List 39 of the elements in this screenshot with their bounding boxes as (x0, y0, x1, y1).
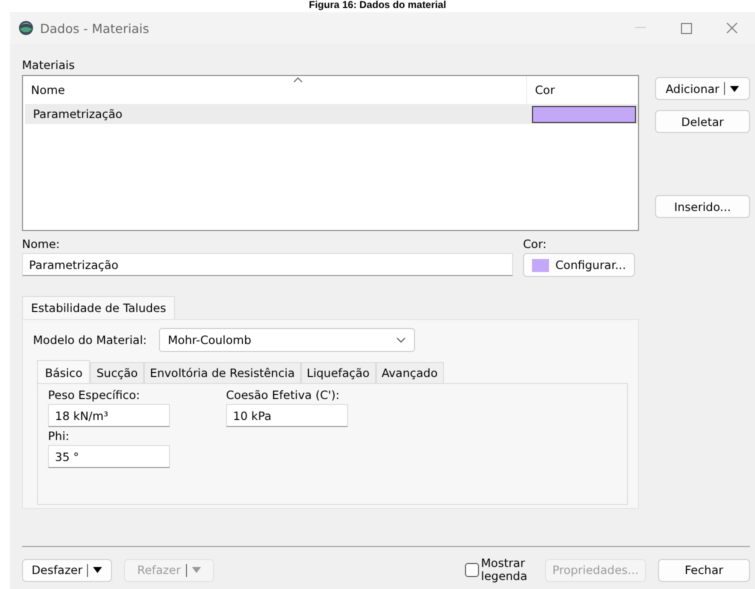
sort-icon (293, 77, 303, 83)
split-button[interactable]: Adicionar (655, 77, 750, 100)
row-name: Parametrização (32, 107, 124, 121)
input-field[interactable]: 18 kN/m³ (48, 404, 170, 427)
tab[interactable]: Envoltória de Resistência (144, 362, 301, 383)
field-label: Cor: (523, 237, 548, 251)
field-label: Nome: (22, 237, 61, 251)
name-field[interactable]: Parametrização (22, 253, 513, 276)
split-button[interactable]: Desfazer (22, 558, 112, 582)
field-label: Peso Específico: (48, 388, 141, 402)
section-label: Materiais (22, 57, 76, 74)
group-tab[interactable]: Estabilidade de Taludes (22, 296, 176, 319)
footer-button[interactable]: Fechar (658, 558, 750, 582)
field-label: Phi: (48, 429, 70, 443)
input-field[interactable]: 10 kPa (226, 404, 348, 427)
caret-icon (93, 567, 102, 573)
side-button[interactable]: Deletar (655, 110, 750, 133)
window-title: Dados - Materiais (40, 20, 150, 36)
checkbox-label: Mostrar legenda (481, 557, 528, 583)
field-label: Coesão Efetiva (C'): (226, 388, 341, 402)
model-dropdown[interactable]: Mohr-Coulomb (158, 328, 415, 352)
checkbox[interactable] (465, 563, 479, 577)
globe-icon (18, 20, 34, 36)
figure-caption: Figura 16: Dados do material (308, 0, 446, 12)
input-field[interactable]: 35 ° (48, 445, 170, 468)
list-row[interactable]: Parametrização (25, 104, 638, 124)
chevron-icon (396, 337, 406, 343)
tab[interactable]: Básico (37, 360, 90, 383)
tab[interactable]: Sucção (90, 362, 144, 383)
maximize-icon[interactable] (680, 22, 692, 34)
configure-button[interactable]: Configurar... (523, 253, 635, 277)
tab[interactable]: Avançado (376, 362, 444, 383)
close-icon[interactable] (726, 22, 738, 34)
field-label: Modelo do Material: (33, 333, 147, 347)
caret-icon (192, 567, 201, 573)
column-header[interactable]: Nome (23, 83, 526, 97)
caret-icon (730, 86, 740, 92)
side-button[interactable]: Inserido... (655, 195, 750, 218)
tab[interactable]: Liquefação (300, 362, 376, 383)
